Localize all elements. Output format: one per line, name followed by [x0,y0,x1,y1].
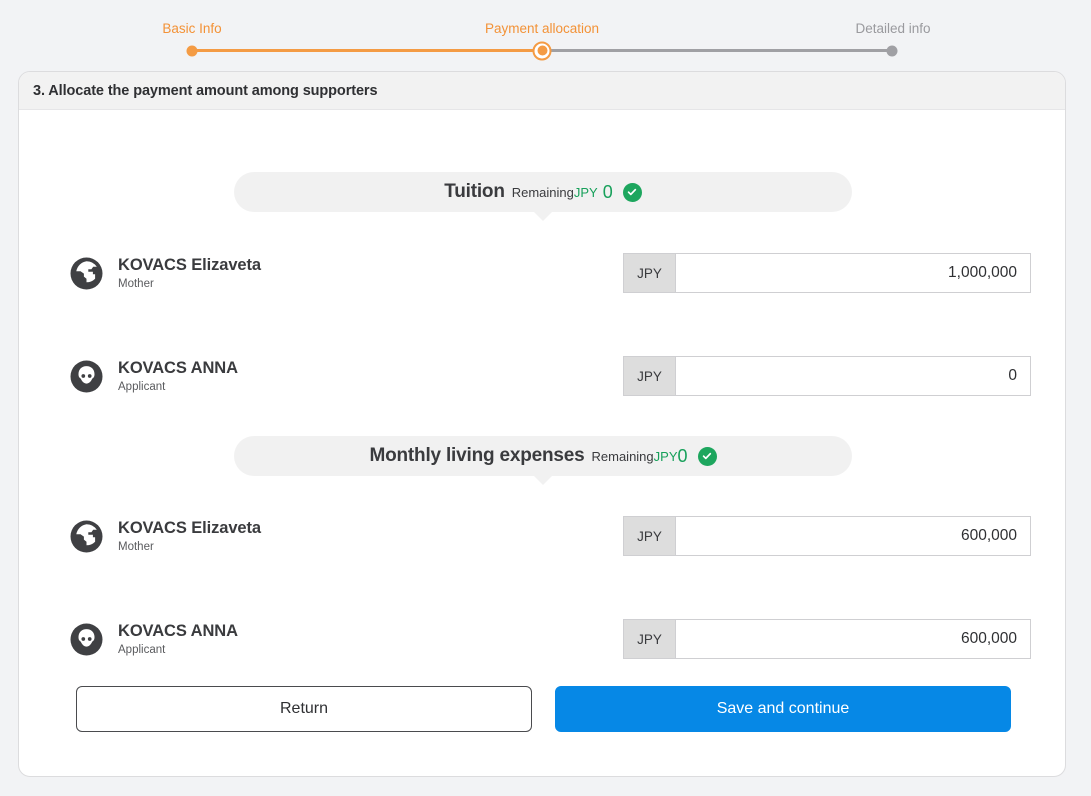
amount-input[interactable] [676,254,1030,292]
allocation-row: KOVACS Elizaveta Mother JPY [19,508,1065,564]
section-banner-monthly-living-expenses: Monthly living expenses Remaining JPY 0 [234,436,852,476]
currency-prefix: JPY [624,254,676,292]
banner-inner: Tuition Remaining JPY 0 [234,172,852,212]
person-text: KOVACS ANNA Applicant [118,359,238,394]
currency-prefix: JPY [624,517,676,555]
globe-avatar-icon [70,520,103,553]
card-body: Tuition Remaining JPY 0 KOVACS Elizaveta… [19,110,1065,776]
remaining-label-monthly-living-expenses: Remaining [591,448,654,464]
person-info: KOVACS ANNA Applicant [70,611,238,667]
person-text: KOVACS Elizaveta Mother [118,256,261,291]
allocation-row: KOVACS ANNA Applicant JPY [19,611,1065,667]
person-role: Mother [118,277,154,290]
step-label-detailed-info[interactable]: Detailed info [855,19,930,39]
progress-stepper: Basic Info Payment allocation Detailed i… [0,0,1091,62]
stepper-track-pending [542,49,892,52]
banner-inner: Monthly living expenses Remaining JPY 0 [234,436,852,476]
currency-prefix: JPY [624,620,676,658]
currency-prefix: JPY [624,357,676,395]
allocation-card: 3. Allocate the payment amount among sup… [18,71,1066,777]
person-info: KOVACS Elizaveta Mother [70,508,261,564]
person-name: KOVACS Elizaveta [118,255,261,274]
remaining-label-tuition: Remaining [511,184,574,200]
person-text: KOVACS Elizaveta Mother [118,519,261,554]
person-role: Applicant [118,380,166,393]
card-header-title: 3. Allocate the payment amount among sup… [33,82,378,99]
allocation-row: KOVACS Elizaveta Mother JPY [19,245,1065,301]
person-avatar-icon [70,623,103,656]
section-title-tuition: Tuition [444,181,505,202]
stepper-labels: Basic Info Payment allocation Detailed i… [0,19,1091,39]
amount-input[interactable] [676,620,1030,658]
amount-field[interactable]: JPY [623,253,1031,293]
amount-field[interactable]: JPY [623,356,1031,396]
person-name: KOVACS Elizaveta [118,518,261,537]
person-info: KOVACS ANNA Applicant [70,348,238,404]
amount-input[interactable] [676,517,1030,555]
stepper-track-completed [192,49,542,52]
payment-allocation-page: Basic Info Payment allocation Detailed i… [0,0,1091,796]
person-name: KOVACS ANNA [118,621,238,640]
globe-avatar-icon [70,257,103,290]
amount-input[interactable] [676,357,1030,395]
stepper-dot-basic-info[interactable] [186,45,198,56]
save-and-continue-button[interactable]: Save and continue [555,686,1011,732]
remaining-currency-monthly-living-expenses: JPY [653,448,678,464]
step-label-basic-info[interactable]: Basic Info [162,19,221,39]
remaining-amount-tuition: 0 [602,181,613,202]
stepper-dot-payment-allocation[interactable] [532,41,552,60]
amount-field[interactable]: JPY [623,619,1031,659]
person-role: Mother [118,540,154,553]
person-avatar-icon [70,360,103,393]
card-header: 3. Allocate the payment amount among sup… [19,72,1065,110]
step-label-payment-allocation[interactable]: Payment allocation [485,19,599,39]
remaining-currency-tuition: JPY [573,184,598,200]
section-banner-tuition: Tuition Remaining JPY 0 [234,172,852,212]
remaining-amount-monthly-living-expenses: 0 [677,445,688,466]
stepper-dot-detailed-info[interactable] [886,45,898,56]
check-circle-icon [622,182,642,202]
form-footer: Return Save and continue [19,667,1065,776]
amount-field[interactable]: JPY [623,516,1031,556]
person-role: Applicant [118,643,166,656]
person-name: KOVACS ANNA [118,358,238,377]
allocation-row: KOVACS ANNA Applicant JPY [19,348,1065,404]
section-title-monthly-living-expenses: Monthly living expenses [369,445,585,466]
check-circle-icon [697,446,717,466]
person-text: KOVACS ANNA Applicant [118,622,238,657]
person-info: KOVACS Elizaveta Mother [70,245,261,301]
return-button[interactable]: Return [76,686,532,732]
